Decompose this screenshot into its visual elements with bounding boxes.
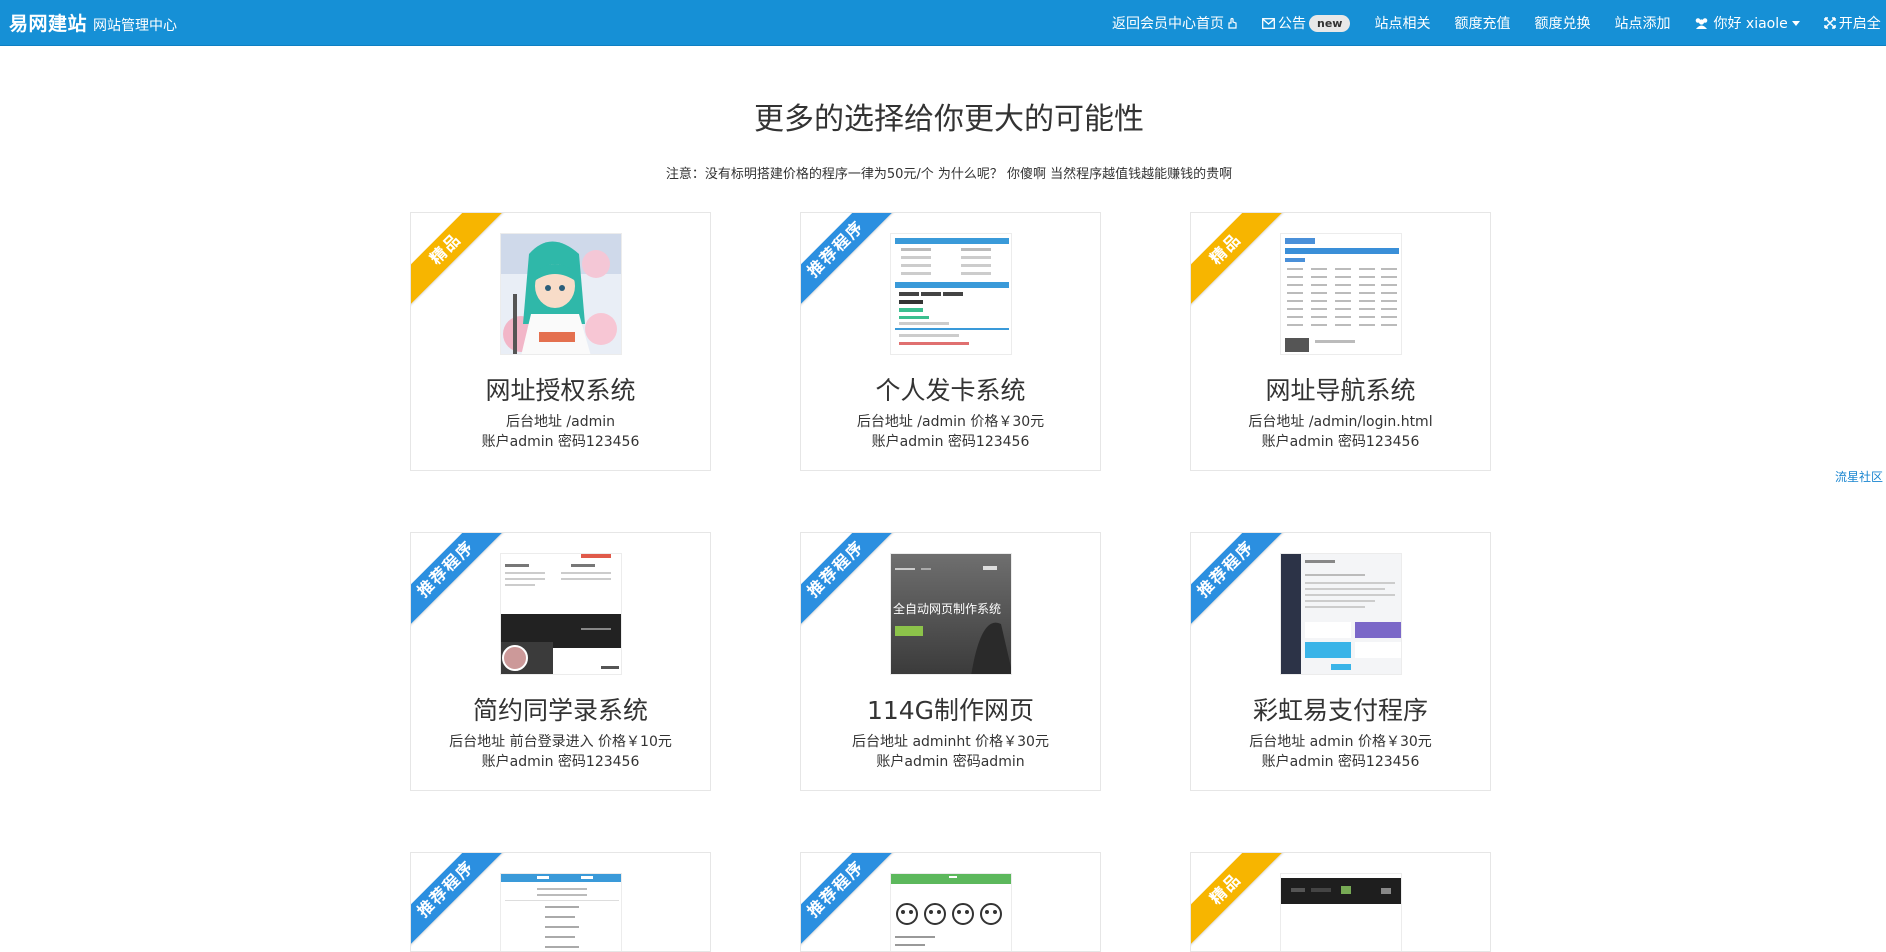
- program-thumbnail[interactable]: [890, 233, 1012, 355]
- card-admin-path: 后台地址 /admin: [505, 414, 616, 430]
- nav-user-label: 你好 xiaole: [1713, 16, 1788, 32]
- card-title[interactable]: 彩虹易支付程序: [1191, 691, 1490, 727]
- users-icon: [1696, 18, 1708, 29]
- ribbon-label: 精品: [1191, 853, 1289, 951]
- ribbon-label: 推荐程序: [411, 533, 509, 632]
- brand-logo-text: 易网建站: [9, 13, 88, 35]
- card-credentials: 账户admin 密码admin: [876, 754, 1025, 770]
- nav-back-to-member-home[interactable]: 返回会员中心首页: [1112, 13, 1238, 33]
- nav-back-label: 返回会员中心首页: [1112, 16, 1224, 32]
- top-navbar: 易网建站 网站管理中心 返回会员中心首页 公告 new 站点相关 额度充值 额度…: [0, 0, 1886, 46]
- program-card[interactable]: 全自动网页制作系统 推荐程序 114G制作网页 后台地址 adminht 价格￥…: [800, 532, 1101, 791]
- card-admin-path: 后台地址 /admin 价格￥30元: [856, 414, 1045, 430]
- program-card[interactable]: 精品 网址授权系统 后台地址 /admin 账户admin 密码123456: [410, 212, 711, 471]
- card-credentials: 账户admin 密码123456: [871, 434, 1030, 450]
- nav-site-add[interactable]: 站点添加: [1614, 13, 1670, 33]
- program-thumbnail[interactable]: [500, 873, 622, 951]
- program-thumbnail[interactable]: [500, 553, 622, 675]
- program-card[interactable]: 推荐程序: [800, 852, 1101, 952]
- program-card[interactable]: 精品 网址导航系统 后台地址 /admin/login.html 账户admin…: [1190, 212, 1491, 471]
- ribbon-label: 精品: [411, 213, 509, 312]
- nav-site-related-label: 站点相关: [1374, 16, 1431, 32]
- program-thumbnail[interactable]: [1280, 233, 1402, 355]
- envelope-icon: [1262, 17, 1275, 29]
- card-credentials: 账户admin 密码123456: [481, 754, 640, 770]
- brand[interactable]: 易网建站 网站管理中心: [0, 9, 177, 36]
- program-card[interactable]: 推荐程序 个人发卡系统 后台地址 /admin 价格￥30元 账户admin 密…: [800, 212, 1101, 471]
- hand-pointer-icon: [1228, 17, 1237, 29]
- ribbon-label: 推荐程序: [411, 853, 509, 951]
- card-credentials: 账户admin 密码123456: [1261, 754, 1420, 770]
- card-credentials: 账户admin 密码123456: [1261, 434, 1420, 450]
- card-title[interactable]: 简约同学录系统: [411, 691, 710, 727]
- program-card[interactable]: 精品: [1190, 852, 1491, 952]
- program-thumbnail[interactable]: [1280, 873, 1402, 951]
- page-title: 更多的选择给你更大的可能性: [754, 102, 1144, 137]
- fullscreen-icon: [1824, 17, 1836, 29]
- thumbnail-caption: 全自动网页制作系统: [893, 602, 1002, 616]
- card-admin-path: 后台地址 前台登录进入 价格￥10元: [449, 734, 672, 750]
- program-thumbnail[interactable]: [1280, 553, 1402, 675]
- ribbon-label: 推荐程序: [801, 213, 899, 312]
- nav-announcement-label: 公告: [1278, 16, 1306, 32]
- page-note: 注意：没有标明搭建价格的程序一律为50元/个 为什么呢？ 你傻啊 当然程序越值钱…: [665, 167, 1233, 182]
- program-card[interactable]: 推荐程序 彩虹易支付程序 后台地址 admin 价格￥30元 账户admin 密…: [1190, 532, 1491, 791]
- chevron-down-icon: [1791, 20, 1800, 26]
- card-title[interactable]: 网址授权系统: [411, 371, 710, 407]
- nav-quota-recharge[interactable]: 额度充值: [1454, 13, 1510, 33]
- nav-user-menu[interactable]: 你好 xiaole: [1694, 13, 1800, 33]
- program-thumbnail[interactable]: 全自动网页制作系统: [890, 553, 1012, 675]
- nav-links: 返回会员中心首页 公告 new 站点相关 额度充值 额度兑换 站点添加 你好 x…: [1112, 0, 1886, 45]
- ribbon-label: 推荐程序: [1191, 533, 1289, 632]
- program-thumbnail[interactable]: [890, 873, 1012, 951]
- nav-fullscreen-label: 开启全: [1838, 16, 1881, 32]
- new-badge: new: [1309, 14, 1351, 32]
- brand-subtitle: 网站管理中心: [93, 18, 178, 34]
- program-card[interactable]: 推荐程序: [410, 852, 711, 952]
- card-admin-path: 后台地址 admin 价格￥30元: [1249, 734, 1432, 750]
- card-admin-path: 后台地址 adminht 价格￥30元: [852, 734, 1049, 750]
- nav-site-add-label: 站点添加: [1614, 16, 1671, 32]
- nav-quota-recharge-label: 额度充值: [1454, 16, 1511, 32]
- card-admin-path: 后台地址 /admin/login.html: [1248, 414, 1433, 430]
- ribbon-label: 推荐程序: [801, 533, 899, 632]
- community-link[interactable]: 流星社区: [1835, 468, 1883, 485]
- card-title[interactable]: 网址导航系统: [1191, 371, 1490, 407]
- nav-fullscreen[interactable]: 开启全: [1824, 13, 1881, 33]
- program-thumbnail[interactable]: [500, 233, 622, 355]
- ribbon-label: 推荐程序: [801, 853, 899, 951]
- nav-quota-exchange-label: 额度兑换: [1534, 16, 1591, 32]
- nav-quota-exchange[interactable]: 额度兑换: [1534, 13, 1590, 33]
- nav-site-related[interactable]: 站点相关: [1374, 13, 1430, 33]
- card-credentials: 账户admin 密码123456: [481, 434, 640, 450]
- nav-announcement[interactable]: 公告 new: [1262, 13, 1351, 33]
- program-card[interactable]: 推荐程序 简约同学录系统 后台地址 前台登录进入 价格￥10元 账户admin …: [410, 532, 711, 791]
- card-title[interactable]: 114G制作网页: [801, 691, 1100, 727]
- ribbon-label: 精品: [1191, 213, 1289, 312]
- card-title[interactable]: 个人发卡系统: [801, 371, 1100, 407]
